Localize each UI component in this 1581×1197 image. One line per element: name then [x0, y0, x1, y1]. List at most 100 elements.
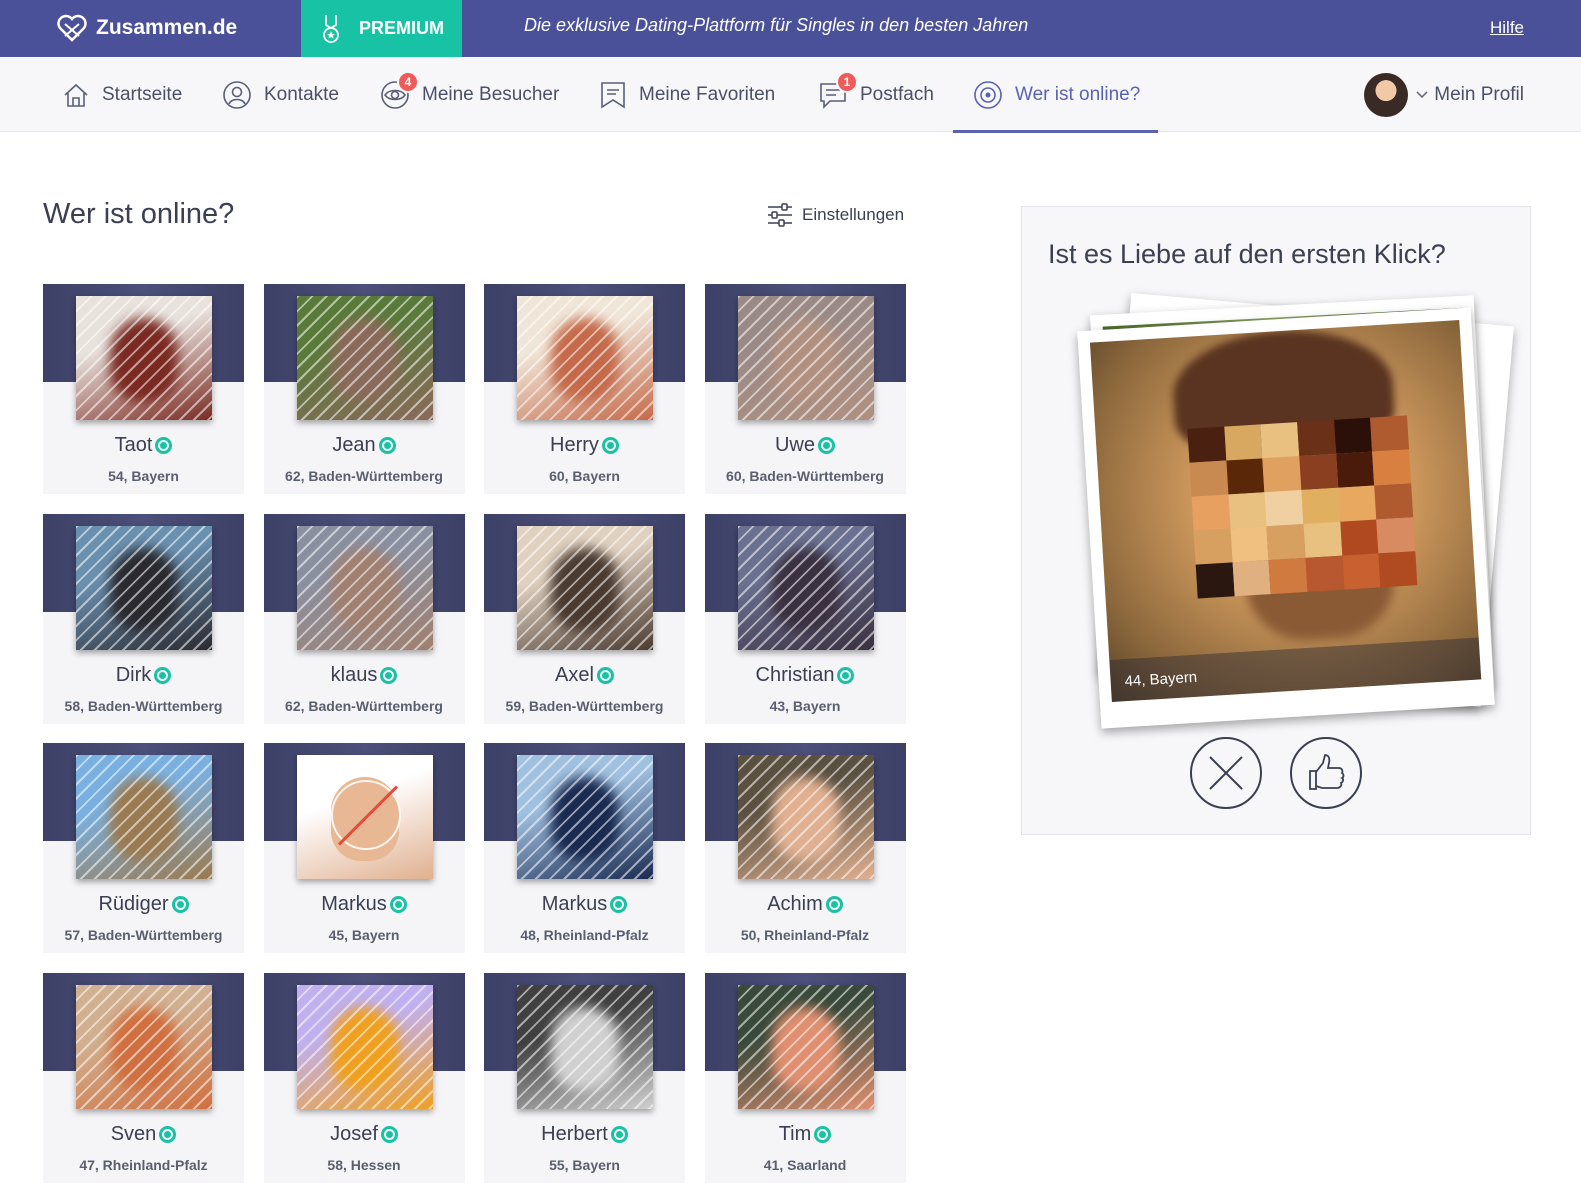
member-photo[interactable] — [737, 525, 874, 650]
online-status-icon — [380, 666, 398, 684]
member-age-region: 54, Bayern — [108, 468, 179, 484]
member-card[interactable]: Herry 60, Bayern — [484, 284, 685, 494]
member-name: Axel — [555, 663, 594, 686]
member-age-region: 55, Bayern — [549, 1157, 620, 1174]
match-photo[interactable]: 44, Bayern — [1077, 307, 1495, 729]
member-age-region: 57, Baden-Württemberg — [64, 927, 223, 944]
online-status-icon — [837, 666, 855, 684]
settings-button[interactable]: Einstellungen — [766, 202, 904, 228]
member-age-region: 45, Bayern — [328, 927, 400, 944]
member-photo[interactable] — [517, 755, 653, 880]
member-photo[interactable] — [737, 755, 874, 880]
member-name: klaus — [330, 663, 378, 686]
member-name: Achim — [767, 893, 823, 916]
bookmark-icon — [601, 81, 625, 108]
postfach-badge: 1 — [836, 71, 858, 93]
member-name: Taot — [114, 434, 153, 456]
nav-postfach[interactable]: Postfach 1 — [818, 57, 934, 132]
main-nav: Startseite Kontakte Meine Besucher 4 Mei… — [0, 57, 1581, 133]
nav-startseite[interactable]: Startseite — [62, 57, 182, 132]
chevron-down-icon — [1416, 91, 1428, 99]
online-status-icon — [171, 896, 189, 914]
online-status-icon — [610, 896, 628, 914]
online-status-icon — [159, 1126, 177, 1144]
member-photo[interactable] — [296, 296, 433, 420]
brand-logo[interactable]: Zusammen.de — [56, 12, 237, 44]
member-card[interactable]: Achim 50, Rheinland-Pfalz — [704, 743, 906, 954]
online-status-icon — [154, 666, 172, 684]
member-photo[interactable] — [76, 755, 212, 880]
close-icon — [1209, 756, 1243, 790]
member-name: Christian — [755, 663, 835, 686]
member-card[interactable]: Tim 41, Saarland — [704, 973, 906, 1184]
nav-label: Kontakte — [264, 83, 339, 105]
member-photo[interactable] — [737, 296, 874, 420]
member-card[interactable]: Josef 58, Hessen — [263, 973, 465, 1184]
nav-kontakte[interactable]: Kontakte — [222, 57, 339, 132]
member-age-region: 41, Saarland — [763, 1157, 847, 1174]
member-age-region: 50, Rheinland-Pfalz — [740, 927, 870, 944]
member-name: Dirk — [115, 663, 152, 686]
member-photo[interactable] — [517, 296, 653, 420]
member-card[interactable]: Herbert 55, Bayern — [484, 973, 685, 1184]
online-status-icon — [155, 437, 173, 454]
online-status-icon — [389, 896, 407, 914]
member-name: Tim — [778, 1123, 812, 1146]
premium-label: PREMIUM — [359, 18, 444, 38]
member-photo[interactable] — [737, 985, 874, 1110]
nav-meine-besucher[interactable]: Meine Besucher 4 — [380, 57, 559, 132]
member-name: Herry — [550, 434, 599, 456]
member-name: Markus — [541, 893, 608, 916]
avatar — [1364, 73, 1409, 117]
tagline: Die exklusive Dating-Plattform für Singl… — [524, 15, 1029, 35]
member-card[interactable]: Uwe 60, Baden-Württemberg — [704, 284, 906, 494]
online-status-icon — [814, 1126, 832, 1144]
member-name: Herbert — [541, 1123, 608, 1146]
nav-label: Startseite — [102, 83, 183, 105]
pixelated-face — [1187, 415, 1418, 599]
member-photo[interactable] — [76, 985, 212, 1110]
online-status-icon — [825, 896, 843, 914]
member-card[interactable]: Christian 43, Bayern — [704, 513, 906, 724]
quick-match-panel: Ist es Liebe auf den ersten Klick? 44, B… — [1021, 206, 1531, 835]
help-link[interactable]: Hilfe — [1490, 18, 1524, 38]
reject-button[interactable] — [1190, 737, 1262, 809]
member-card[interactable]: Sven 47, Rheinland-Pfalz — [43, 973, 244, 1184]
match-photo-image: 44, Bayern — [1089, 320, 1482, 702]
member-photo[interactable] — [296, 755, 433, 880]
member-card[interactable]: Taot 54, Bayern — [43, 284, 244, 494]
member-card[interactable]: Markus 48, Rheinland-Pfalz — [484, 743, 685, 954]
member-photo[interactable] — [517, 985, 653, 1110]
member-age-region: 60, Baden-Württemberg — [726, 468, 884, 484]
member-card[interactable]: klaus 62, Baden-Württemberg — [263, 513, 465, 724]
member-name: Josef — [330, 1123, 378, 1146]
like-button[interactable] — [1290, 737, 1362, 809]
member-photo[interactable] — [76, 296, 212, 420]
sliders-icon — [768, 203, 792, 227]
member-photo[interactable] — [517, 525, 653, 650]
member-card[interactable]: Markus 45, Bayern — [263, 743, 465, 954]
profile-label: Mein Profil — [1434, 84, 1524, 105]
member-age-region: 62, Baden-Württemberg — [285, 697, 443, 714]
member-card[interactable]: Rüdiger 57, Baden-Württemberg — [43, 743, 244, 954]
nav-wer-ist-online[interactable]: Wer ist online? — [952, 57, 1159, 133]
page-title: Wer ist online? — [43, 198, 235, 230]
visitors-badge: 4 — [397, 71, 419, 93]
user-circle-icon — [223, 80, 251, 109]
member-photo[interactable] — [76, 525, 212, 650]
member-photo[interactable] — [296, 525, 433, 650]
member-card[interactable]: Axel 59, Baden-Württemberg — [484, 513, 685, 724]
member-age-region: 43, Bayern — [769, 697, 841, 714]
online-status-icon — [818, 437, 835, 454]
member-card[interactable]: Dirk 58, Baden-Württemberg — [43, 513, 244, 724]
profile-menu[interactable]: Mein Profil — [1364, 71, 1524, 119]
member-age-region: 47, Rheinland-Pfalz — [79, 1157, 208, 1174]
nav-meine-favoriten[interactable]: Meine Favoriten — [599, 57, 775, 132]
online-radar-icon — [974, 80, 1002, 109]
online-status-icon — [601, 437, 619, 454]
premium-button[interactable]: PREMIUM — [301, 0, 462, 57]
member-card[interactable]: Jean 62, Baden-Württemberg — [263, 284, 465, 494]
online-status-icon — [378, 437, 396, 454]
member-photo[interactable] — [296, 985, 433, 1110]
member-age-region: 58, Baden-Württemberg — [64, 697, 223, 714]
